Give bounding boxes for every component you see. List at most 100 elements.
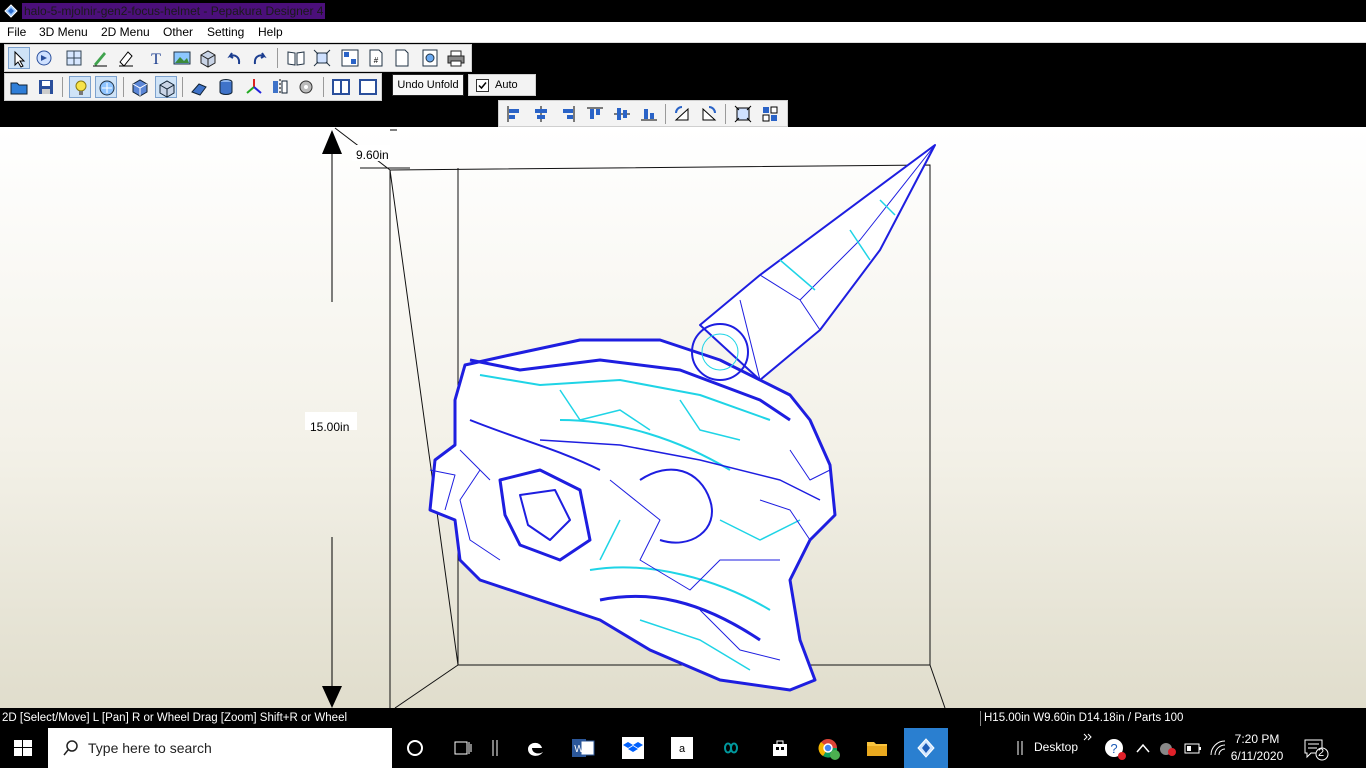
dropbox-icon[interactable] <box>622 737 644 759</box>
security-tray-icon[interactable] <box>1158 740 1178 758</box>
pepakura-app-icon[interactable] <box>3 3 19 19</box>
toolbar-align <box>498 100 788 127</box>
show-edges-button[interactable] <box>155 76 177 98</box>
notification-center-icon[interactable] <box>1302 737 1330 761</box>
auto-option[interactable]: Auto <box>468 74 536 96</box>
title-bar: halo-5-mjolnir-gen2-focus-helmet - Pepak… <box>0 0 1366 22</box>
print-preview-button[interactable] <box>419 47 441 69</box>
pepakura-taskbar-button[interactable] <box>904 728 948 768</box>
edge-browser-icon[interactable] <box>524 737 546 759</box>
menu-2d[interactable]: 2D Menu <box>101 25 150 39</box>
erase-tool-button[interactable] <box>115 47 137 69</box>
text-icon: T <box>151 51 161 68</box>
align-left-button[interactable] <box>503 103 525 125</box>
align-center-icon <box>535 106 547 122</box>
align-top-icon <box>587 107 603 119</box>
width-dimension-label: 9.60in <box>356 148 389 162</box>
cylinder-button[interactable] <box>215 76 237 98</box>
eraser-icon <box>119 51 133 67</box>
chevron-double-right-icon[interactable] <box>1082 732 1094 742</box>
windows-start-icon[interactable] <box>14 740 32 756</box>
book-icon <box>287 51 305 66</box>
undo-unfold-button[interactable]: Undo Unfold <box>392 74 464 96</box>
model-canvas[interactable]: 9.60in 15.00in <box>0 127 1366 708</box>
show-faces-button[interactable] <box>129 76 151 98</box>
menu-setting[interactable]: Setting <box>207 25 244 39</box>
text-tool-button[interactable]: T <box>145 47 167 69</box>
battery-icon[interactable] <box>1184 741 1202 755</box>
menu-other[interactable]: Other <box>163 25 193 39</box>
light-toggle-button[interactable] <box>69 76 91 98</box>
unfold-view-button[interactable] <box>285 47 307 69</box>
helmet-mesh[interactable] <box>428 144 936 692</box>
clock-date: 6/11/2020 <box>1230 749 1284 763</box>
axis-button[interactable] <box>243 76 265 98</box>
store-icon[interactable] <box>770 738 790 758</box>
menu-help[interactable]: Help <box>258 25 283 39</box>
page-setup-button[interactable] <box>391 47 413 69</box>
flaps-button[interactable] <box>188 76 210 98</box>
height-dimension-label: 15.00in <box>310 420 349 434</box>
distribute-icon <box>762 106 778 122</box>
desktop-toolbar-label[interactable]: Desktop <box>1034 740 1078 754</box>
cylinder-icon <box>219 79 233 95</box>
rotate-left-button[interactable] <box>671 103 693 125</box>
pen-tool-button[interactable] <box>89 47 111 69</box>
toolbar-separator <box>182 77 183 97</box>
image-icon <box>173 51 191 65</box>
expand-icon <box>313 49 331 67</box>
print-button[interactable] <box>445 47 467 69</box>
svg-text:?: ? <box>1110 741 1117 756</box>
distribute-button[interactable] <box>759 103 781 125</box>
help-tray-icon[interactable]: ? <box>1103 737 1127 761</box>
amazon-icon[interactable]: a <box>671 737 693 759</box>
align-middle-button[interactable] <box>611 103 633 125</box>
task-view-icon[interactable] <box>453 739 473 757</box>
toolbar-view <box>4 73 382 101</box>
page-number-button[interactable]: # <box>365 47 387 69</box>
toolbar-separator <box>323 77 324 97</box>
mirror-button[interactable] <box>269 76 291 98</box>
chrome-icon[interactable] <box>817 737 841 761</box>
cube-edges-icon <box>159 80 175 98</box>
rotate-left-icon <box>674 106 689 121</box>
save-button[interactable] <box>35 76 57 98</box>
cortana-icon[interactable] <box>406 739 424 757</box>
arrange-button[interactable] <box>732 103 754 125</box>
status-bar: 2D [Select/Move] L [Pan] R or Wheel Drag… <box>0 710 1366 727</box>
settings-button[interactable] <box>295 76 317 98</box>
3d-viewport[interactable]: 9.60in 15.00in <box>0 127 1366 708</box>
align-right-button[interactable] <box>557 103 579 125</box>
image-tool-button[interactable] <box>171 47 193 69</box>
part-tool-button[interactable] <box>197 47 219 69</box>
rotate-tool-button[interactable] <box>33 47 55 69</box>
menu-3d[interactable]: 3D Menu <box>39 25 88 39</box>
status-hint: 2D [Select/Move] L [Pan] R or Wheel Drag… <box>2 712 348 724</box>
checkmark-icon <box>478 82 487 90</box>
file-explorer-icon[interactable] <box>865 738 889 758</box>
edge-tool-button[interactable] <box>63 47 85 69</box>
align-bottom-button[interactable] <box>638 103 660 125</box>
fit-view-button[interactable] <box>311 47 333 69</box>
chevron-up-icon[interactable] <box>1135 742 1151 754</box>
page-number-icon: # <box>369 49 383 67</box>
layout-button[interactable] <box>339 47 361 69</box>
open-button[interactable] <box>8 76 30 98</box>
rotate-right-button[interactable] <box>698 103 720 125</box>
cursor-icon <box>14 50 26 68</box>
select-tool-button[interactable] <box>8 47 30 69</box>
align-center-button[interactable] <box>530 103 552 125</box>
undo-button[interactable] <box>223 47 245 69</box>
single-view-button[interactable] <box>357 76 379 98</box>
arduino-icon[interactable] <box>717 739 745 757</box>
menu-file[interactable]: File <box>7 25 26 39</box>
texture-toggle-button[interactable] <box>95 76 117 98</box>
taskbar-search-box[interactable]: Type here to search <box>48 728 392 768</box>
wifi-icon[interactable] <box>1209 739 1227 757</box>
align-top-button[interactable] <box>584 103 606 125</box>
auto-checkbox[interactable] <box>476 79 489 92</box>
word-icon[interactable]: W <box>570 737 596 759</box>
split-view-button[interactable] <box>330 76 352 98</box>
taskbar-clock[interactable]: 7:20 PM 6/11/2020 <box>1227 731 1287 765</box>
redo-button[interactable] <box>249 47 271 69</box>
